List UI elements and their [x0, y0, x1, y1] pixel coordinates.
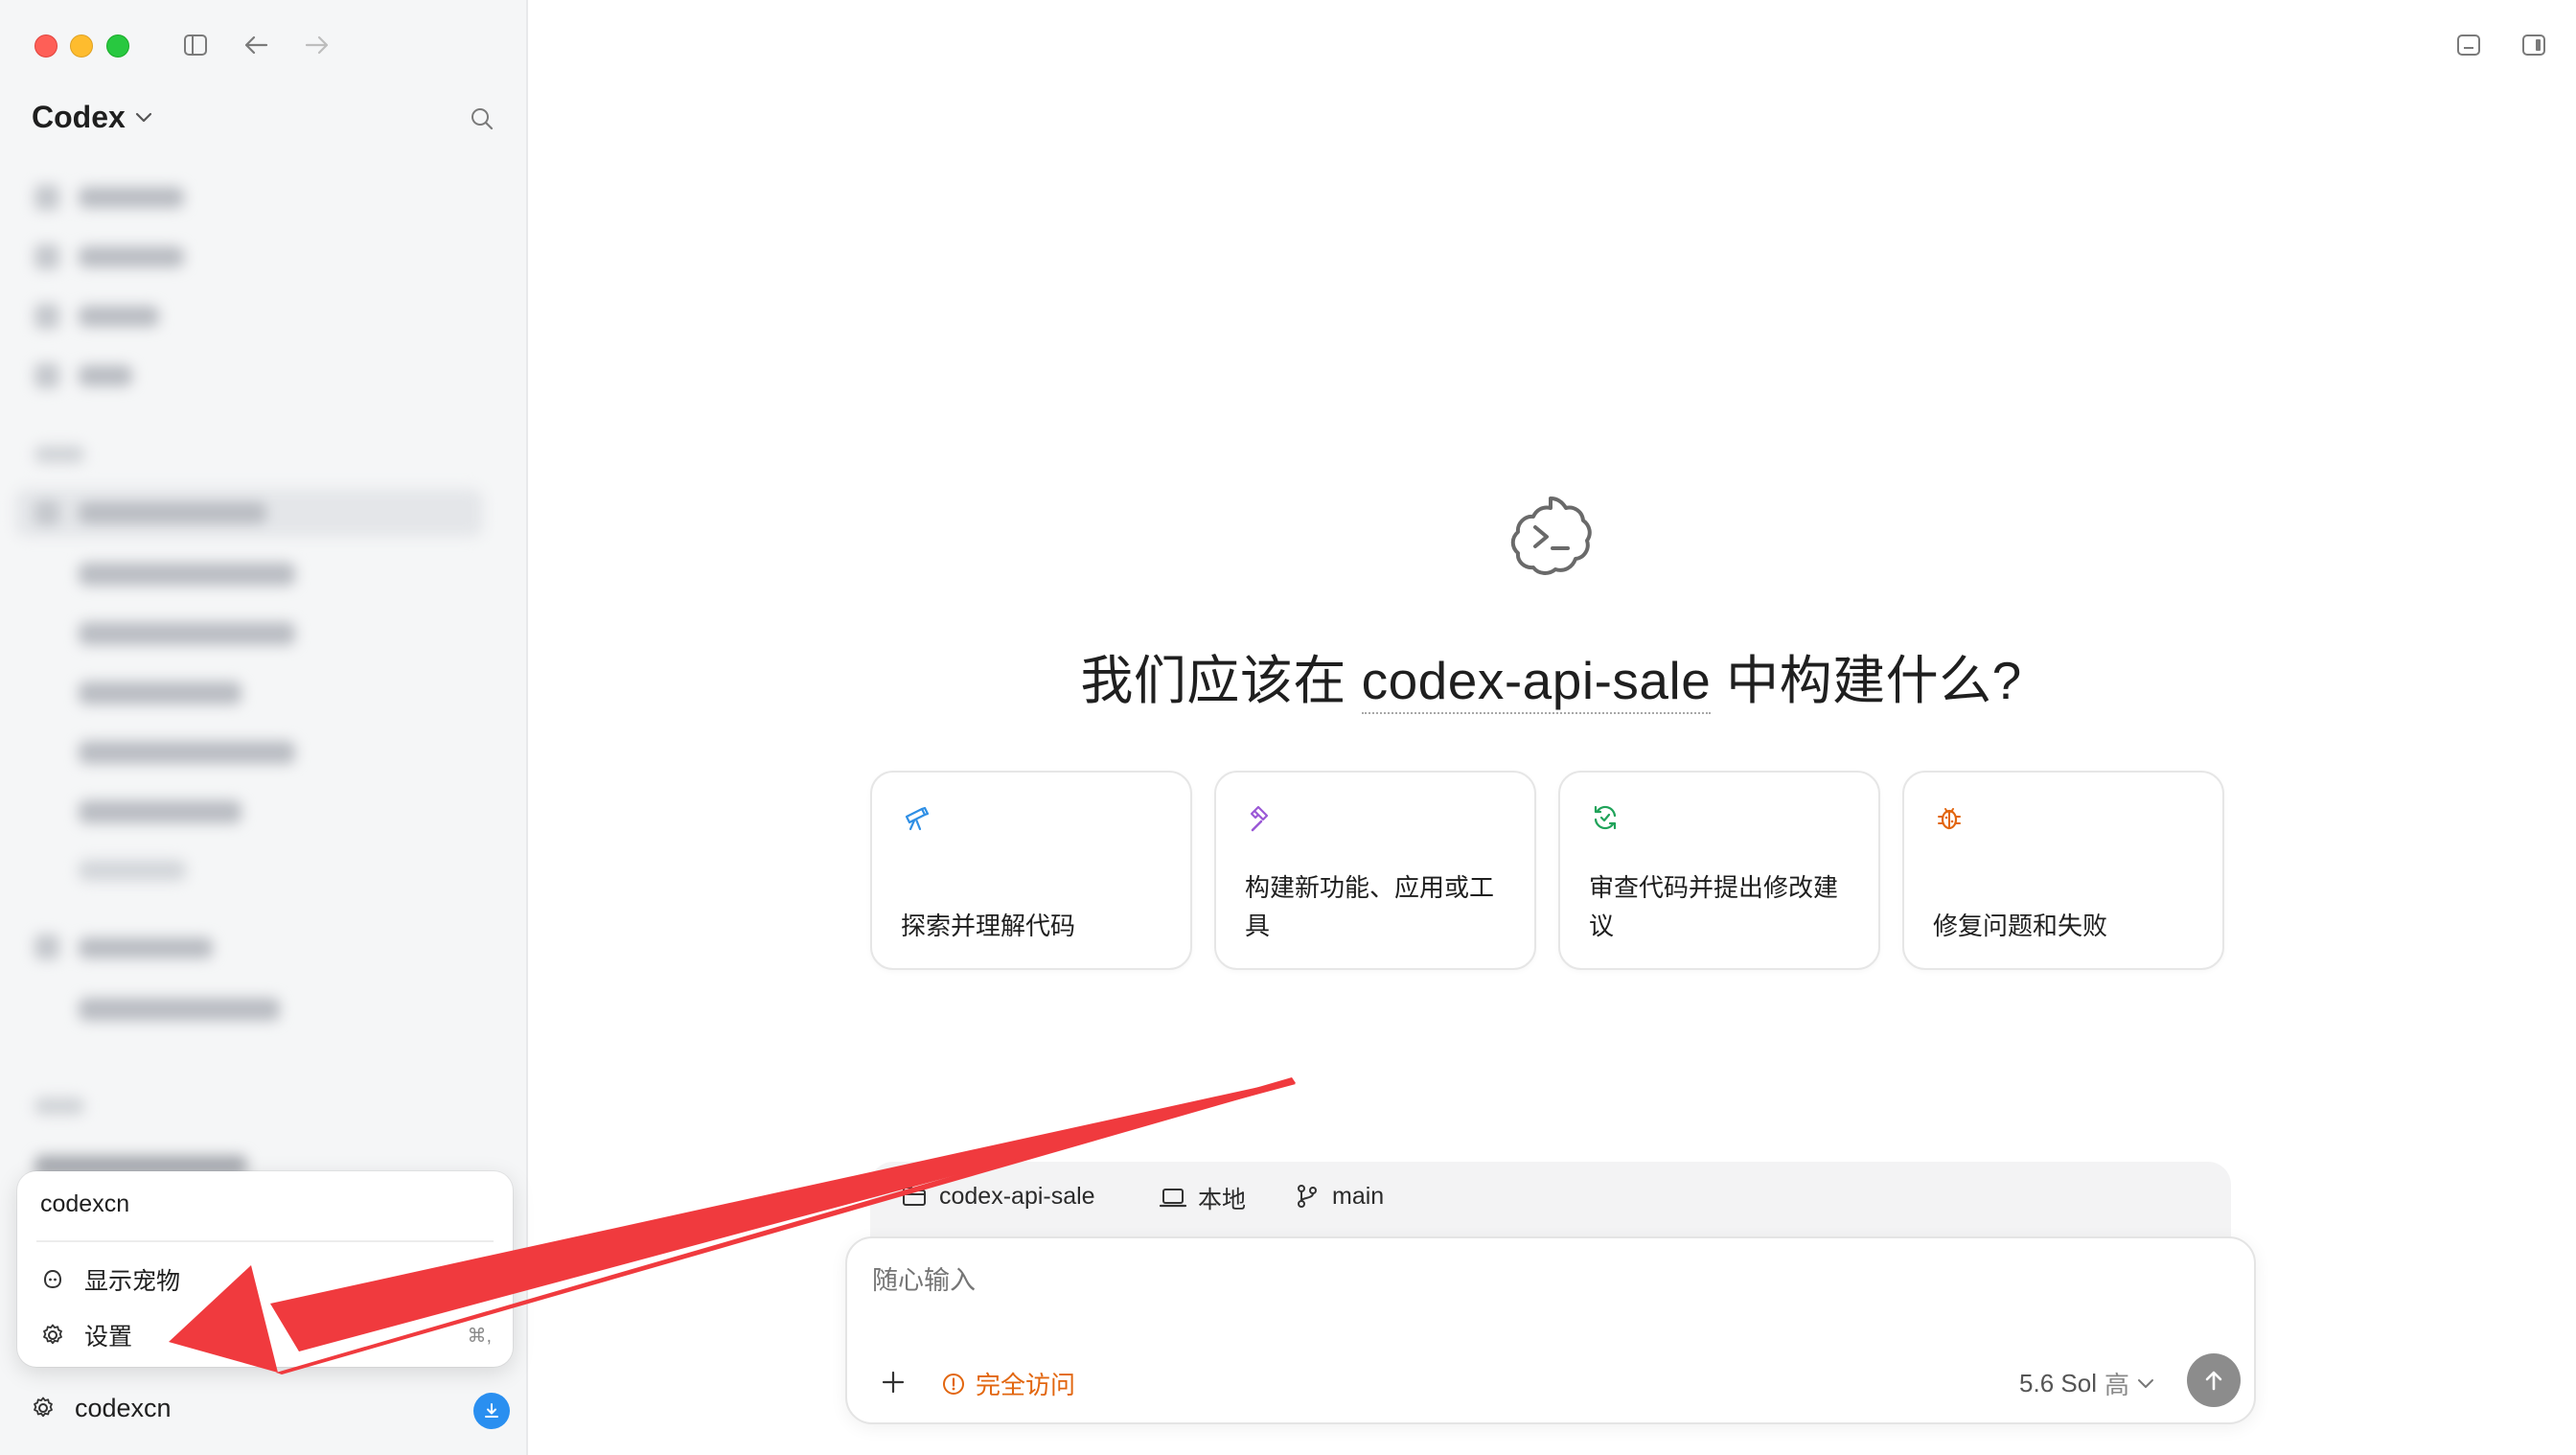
show-pet-menu-item[interactable]: 显示宠物 [38, 1256, 492, 1304]
pet-icon [38, 1265, 67, 1294]
headline-prefix: 我们应该在 [1080, 651, 1362, 710]
hammer-icon [1245, 801, 1277, 834]
sidebar-toggle-icon[interactable] [177, 27, 214, 63]
branch-selector[interactable]: main [1292, 1181, 1384, 1212]
app-switcher[interactable]: Codex [32, 100, 152, 135]
warning-icon [939, 1370, 968, 1398]
settings-label: 设置 [84, 1324, 133, 1351]
environment-selector[interactable]: 本地 [1158, 1181, 1246, 1215]
back-arrow-icon[interactable] [238, 27, 274, 63]
gear-icon [27, 1392, 59, 1424]
prompt-input[interactable] [870, 1265, 1736, 1297]
suggestion-cards: 探索并理解代码 构建新功能、应用或工具 审查代码并提出修改建议 修复问题和失败 [870, 771, 2224, 970]
footer-username: codexcn [75, 1393, 172, 1422]
add-attachment-button[interactable] [874, 1363, 912, 1401]
download-icon [485, 1403, 498, 1418]
chevron-down-icon [135, 112, 151, 122]
suggestion-card-build[interactable]: 构建新功能、应用或工具 [1214, 771, 1536, 970]
git-branch-icon [1292, 1181, 1322, 1212]
review-icon [1589, 801, 1622, 834]
suggestion-label: 探索并理解代码 [901, 912, 1076, 940]
app-title: Codex [32, 100, 126, 134]
search-icon[interactable] [464, 101, 500, 137]
account-button[interactable]: codexcn [27, 1392, 172, 1424]
suggestion-card-explore[interactable]: 探索并理解代码 [870, 771, 1192, 970]
settings-menu-item[interactable]: 设置 ⌘, [38, 1311, 492, 1359]
sidebar: Codex codexcn 显示宠物 设置 ⌘, codexcn [0, 0, 528, 1455]
settings-shortcut: ⌘, [467, 1325, 492, 1347]
composer: 完全访问 5.6 Sol 高 [845, 1236, 2256, 1424]
minimize-panel-icon[interactable] [2450, 29, 2487, 61]
suggestion-card-review[interactable]: 审查代码并提出修改建议 [1558, 771, 1880, 970]
arrow-up-icon [2205, 1371, 2222, 1391]
suggestion-label: 构建新功能、应用或工具 [1245, 873, 1495, 940]
model-label: 5.6 Sol [2019, 1369, 2097, 1397]
window-close-button[interactable] [34, 35, 58, 58]
account-menu: codexcn 显示宠物 设置 ⌘, [17, 1171, 513, 1367]
environment-label: 本地 [1198, 1187, 1247, 1213]
right-panel-toggle-icon[interactable] [2516, 29, 2552, 61]
plus-icon [882, 1371, 905, 1394]
access-mode-selector[interactable]: 完全访问 [939, 1366, 1075, 1401]
account-username: codexcn [40, 1190, 130, 1217]
model-selector[interactable]: 5.6 Sol 高 [2019, 1366, 2154, 1401]
menu-divider [36, 1240, 494, 1242]
forward-arrow-icon[interactable] [299, 27, 335, 63]
folder-icon [899, 1181, 930, 1212]
show-pet-label: 显示宠物 [84, 1268, 181, 1295]
chevron-down-icon [2138, 1378, 2153, 1388]
branch-label: main [1332, 1182, 1385, 1210]
access-mode-label: 完全访问 [976, 1371, 1076, 1399]
suggestion-label: 审查代码并提出修改建议 [1589, 873, 1839, 940]
window-zoom-button[interactable] [106, 35, 129, 58]
window-minimize-button[interactable] [70, 35, 93, 58]
send-button[interactable] [2187, 1353, 2241, 1407]
bug-icon [1933, 801, 1966, 834]
project-folder-label: codex-api-sale [939, 1182, 1095, 1210]
effort-label: 高 [2104, 1371, 2129, 1399]
project-folder-selector[interactable]: codex-api-sale [899, 1181, 1095, 1212]
download-update-button[interactable] [473, 1393, 510, 1429]
headline-suffix: 中构建什么? [1711, 651, 2022, 710]
codex-logo-icon [1503, 489, 1598, 585]
gear-icon [38, 1321, 67, 1350]
telescope-icon [901, 801, 933, 834]
project-name-link[interactable]: codex-api-sale [1361, 651, 1712, 714]
context-bar: codex-api-sale 本地 main [870, 1162, 2231, 1238]
suggestion-card-fix[interactable]: 修复问题和失败 [1902, 771, 2224, 970]
laptop-icon [1158, 1183, 1188, 1213]
suggestion-label: 修复问题和失败 [1933, 912, 2108, 940]
page-title: 我们应该在 codex-api-sale 中构建什么? [0, 637, 2576, 714]
